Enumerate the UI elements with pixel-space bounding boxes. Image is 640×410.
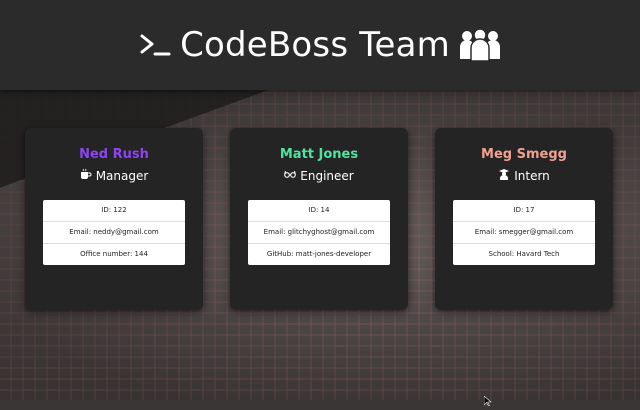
- employee-role: Engineer: [230, 168, 408, 183]
- page-title: CodeBoss Team: [180, 25, 450, 65]
- employee-card-manager: Ned Rush Manager ID: 122 Email: neddy@gm…: [25, 128, 203, 310]
- team-icon: [458, 27, 502, 63]
- employee-card-engineer: Matt Jones Engineer ID: 14 Email: glitch…: [230, 128, 408, 310]
- coffee-mug-icon: [80, 168, 92, 183]
- employee-name: Meg Smegg: [481, 147, 567, 162]
- employee-details: ID: 14 Email: glitchyghost@gmail.com Git…: [248, 200, 390, 265]
- employee-github[interactable]: GitHub: matt-jones-developer: [248, 244, 390, 265]
- employee-email[interactable]: Email: glitchyghost@gmail.com: [248, 222, 390, 244]
- employee-details: ID: 17 Email: smegger@gmail.com School: …: [453, 200, 595, 265]
- page-header: CodeBoss Team: [0, 0, 640, 90]
- employee-name: Matt Jones: [279, 147, 359, 162]
- employee-id: ID: 17: [453, 200, 595, 222]
- employee-role-label: Engineer: [300, 168, 354, 183]
- employee-id: ID: 14: [248, 200, 390, 222]
- employee-role: Manager: [25, 168, 203, 183]
- employee-card-intern: Meg Smegg Intern ID: 17 Email: smegger@g…: [435, 128, 613, 310]
- employee-role-label: Manager: [95, 168, 149, 183]
- employee-name: Ned Rush: [79, 147, 149, 162]
- employee-cards: Ned Rush Manager ID: 122 Email: neddy@gm…: [0, 128, 640, 312]
- employee-email[interactable]: Email: neddy@gmail.com: [43, 222, 185, 244]
- employee-role: Intern: [435, 168, 613, 183]
- employee-email[interactable]: Email: smegger@gmail.com: [453, 222, 595, 244]
- graduate-icon: [498, 168, 510, 183]
- glasses-icon: [284, 168, 297, 183]
- employee-details: ID: 122 Email: neddy@gmail.com Office nu…: [43, 200, 185, 265]
- employee-school: School: Havard Tech: [488, 250, 560, 258]
- employee-role-label: Intern: [514, 168, 550, 183]
- terminal-prompt-icon: [138, 28, 172, 62]
- employee-office-number: Office number: 144: [80, 250, 148, 258]
- employee-id: ID: 122: [43, 200, 185, 222]
- brand: CodeBoss Team: [138, 25, 502, 65]
